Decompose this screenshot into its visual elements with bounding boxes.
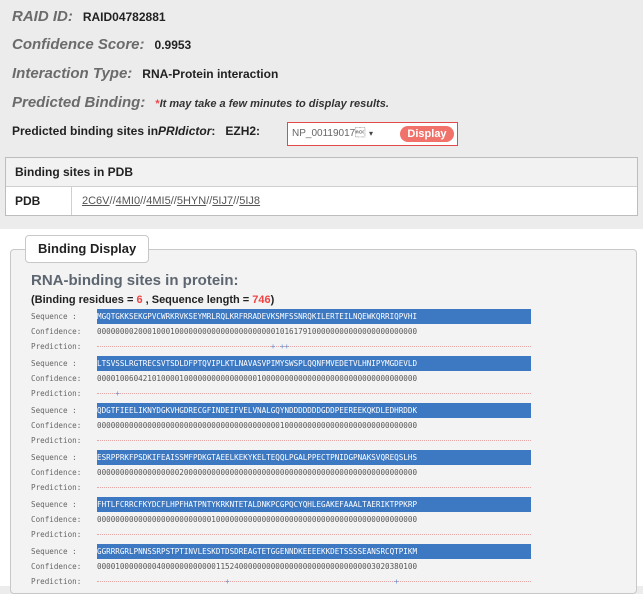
- pdb-row: PDB 2C6V//4MI0//4MI5//5HYN//5IJ7//5IJ8: [6, 187, 637, 215]
- predicted-binding-label: Predicted Binding:: [12, 94, 146, 111]
- prediction-text: [97, 433, 531, 448]
- pdb-row-label: PDB: [6, 187, 72, 215]
- confidence-line: Confidence: 00001000000004000000000000115…: [31, 559, 535, 574]
- prediction-text: [97, 527, 531, 542]
- confidence-line: Confidence: 00000000000000000020000000000…: [31, 465, 535, 480]
- sequence-label: Sequence :: [31, 312, 77, 321]
- confidence-value: 0.9953: [154, 38, 192, 52]
- pridictor-name: PRIdictor: [158, 124, 212, 138]
- rna-binding-title: RNA-binding sites in protein:: [31, 272, 239, 289]
- confidence-text: 0000100000000400000000000011524000000000…: [97, 562, 418, 571]
- sequence-text: LTSVSSLRGTRECSVTSDLDFPTQVIPLKTLNAVASVPIM…: [97, 356, 531, 371]
- sequence-viewer: Sequence : MGQTGKKSEKGPVCWRKRVKSEYMRLRQLK…: [31, 309, 535, 589]
- prediction-text: [97, 480, 531, 495]
- prediction-line-label: Prediction:: [31, 436, 82, 445]
- confidence-text: 0000000000000000000000000100000000000000…: [97, 515, 418, 524]
- pridictor-label-prefix: Predicted binding sites in: [12, 124, 159, 138]
- sequence-label: Sequence :: [31, 500, 77, 509]
- isoform-select[interactable]: NP_00119017 ▾: [292, 126, 380, 142]
- sequence-line: Sequence : GGRRRGRLPNNSSRPSTPTINVLESKDTDS…: [31, 544, 535, 559]
- sequence-line: Sequence : QDGTFIEELIKNYDGKVHGDRECGFINDEI…: [31, 403, 535, 418]
- interaction-type-label: Interaction Type:: [12, 65, 133, 82]
- isoform-select-value: NP_00119017: [292, 128, 366, 139]
- binding-summary: (Binding residues = 6 , Sequence length …: [31, 294, 274, 306]
- confidence-line: Confidence: 00000000000000000000000001000…: [31, 512, 535, 527]
- confidence-text: 0000000000000000002000000000000000000000…: [97, 468, 418, 477]
- sequence-label: Sequence :: [31, 547, 77, 556]
- raid-row: RAID ID: RAID04782881: [12, 8, 166, 25]
- sequence-line: Sequence : MGQTGKKSEKGPVCWRKRVKSEYMRLRQLK…: [31, 309, 535, 324]
- sequence-line: Sequence : LTSVSSLRGTRECSVTSDLDFPTQVIPLKT…: [31, 356, 535, 371]
- raid-value: RAID04782881: [82, 10, 166, 24]
- binding-display-area: Binding Display RNA-binding sites in pro…: [0, 229, 643, 594]
- interaction-type-value: RNA-Protein interaction: [142, 67, 279, 81]
- confidence-label: Confidence Score:: [12, 36, 145, 53]
- prediction-line: Prediction: + +: [31, 574, 535, 589]
- summary-prefix: (Binding residues =: [31, 294, 137, 306]
- sequence-text: MGQTGKKSEKGPVCWRKRVKSEYMRLRQLKRFRRADEVKS…: [97, 309, 531, 324]
- confidence-text: 0000100604210100001000000000000000010000…: [97, 374, 418, 383]
- confidence-line-label: Confidence:: [31, 421, 82, 430]
- sequence-text: FHTLFCRRCFKYDCFLHPFHATPNTYKRKNTETALDNKPC…: [97, 497, 531, 512]
- prediction-line: Prediction:: [31, 433, 535, 448]
- confidence-line: Confidence: 00000000200010001000000000000…: [31, 324, 535, 339]
- predicted-binding-note: *It may take a few minutes to display re…: [155, 98, 389, 110]
- sequence-label: Sequence :: [31, 406, 77, 415]
- prediction-line-label: Prediction:: [31, 530, 82, 539]
- sequence-line: Sequence : FHTLFCRRCFKYDCFLHPFHATPNTYKRKN…: [31, 497, 535, 512]
- pdb-table: Binding sites in PDB PDB 2C6V//4MI0//4MI…: [5, 157, 638, 216]
- pdb-link-5hyn[interactable]: 5HYN: [177, 195, 206, 207]
- confidence-line: Confidence: 00001006042101000010000000000…: [31, 371, 535, 386]
- prediction-line: Prediction:: [31, 527, 535, 542]
- confidence-line-label: Confidence:: [31, 562, 82, 571]
- sequence-label: Sequence :: [31, 453, 77, 462]
- note-text: It may take a few minutes to display res…: [159, 98, 389, 110]
- confidence-line: Confidence: 00000000000000000000000000000…: [31, 418, 535, 433]
- predicted-binding-row: Predicted Binding: *It may take a few mi…: [12, 94, 389, 111]
- summary-suffix: ): [270, 294, 275, 306]
- isoform-select-group: NP_00119017 ▾ Display: [287, 122, 458, 146]
- pdb-links: 2C6V//4MI0//4MI5//5HYN//5IJ7//5IJ8: [82, 187, 260, 215]
- confidence-line-label: Confidence:: [31, 327, 82, 336]
- prediction-line-label: Prediction:: [31, 483, 82, 492]
- prediction-line: Prediction: + ++: [31, 339, 535, 354]
- display-button[interactable]: Display: [400, 126, 454, 142]
- pridictor-row: Predicted binding sites in PRIdictor: EZ…: [12, 124, 260, 138]
- pdb-link-4mi5[interactable]: 4MI5: [146, 195, 170, 207]
- confidence-line-label: Confidence:: [31, 515, 82, 524]
- confidence-line-label: Confidence:: [31, 374, 82, 383]
- confidence-line-label: Confidence:: [31, 468, 82, 477]
- interaction-type-row: Interaction Type: RNA-Protein interactio…: [12, 65, 278, 82]
- chevron-down-icon: ▾: [368, 129, 373, 138]
- sequence-text: ESRPPRKFPSDKIFEAISSMFPDKGTAEELKEKYKELTEQ…: [97, 450, 531, 465]
- prediction-text: + ++: [97, 342, 418, 351]
- pdb-link-5ij7[interactable]: 5IJ7: [212, 195, 233, 207]
- prediction-text: +: [97, 389, 418, 398]
- confidence-text: 0000000020001000100000000000000000000001…: [97, 327, 418, 336]
- pdb-link-2c6v[interactable]: 2C6V: [82, 195, 110, 207]
- prediction-line: Prediction: +: [31, 386, 535, 401]
- pdb-link-5ij8[interactable]: 5IJ8: [239, 195, 260, 207]
- confidence-row: Confidence Score: 0.9953: [12, 36, 191, 53]
- prediction-line: Prediction:: [31, 480, 535, 495]
- prediction-line-label: Prediction:: [31, 389, 82, 398]
- summary-mid: , Sequence length =: [142, 294, 253, 306]
- prediction-line-label: Prediction:: [31, 342, 82, 351]
- sequence-line: Sequence : ESRPPRKFPSDKIFEAISSMFPDKGTAEEL…: [31, 450, 535, 465]
- sequence-text: QDGTFIEELIKNYDGKVHGDRECGFINDEIFVELVNALGQ…: [97, 403, 531, 418]
- gene-label: EZH2:: [225, 124, 261, 138]
- pridictor-label-suffix: :: [211, 124, 216, 138]
- confidence-text: 0000000000000000000000000000000000000000…: [97, 421, 418, 430]
- pdb-link-4mi0[interactable]: 4MI0: [116, 195, 140, 207]
- sequence-length-value: 746: [252, 294, 271, 306]
- binding-display-legend: Binding Display: [25, 235, 150, 263]
- pdb-section-title: Binding sites in PDB: [6, 158, 637, 187]
- sequence-label: Sequence :: [31, 359, 77, 368]
- prediction-text: + +: [97, 577, 422, 586]
- sequence-text: GGRRRGRLPNNSSRPSTPTINVLESKDTDSDREAGTETGG…: [97, 544, 531, 559]
- job-info-panel: RAID ID: RAID04782881 Confidence Score: …: [0, 0, 643, 222]
- raid-label: RAID ID:: [12, 8, 73, 25]
- prediction-line-label: Prediction:: [31, 577, 82, 586]
